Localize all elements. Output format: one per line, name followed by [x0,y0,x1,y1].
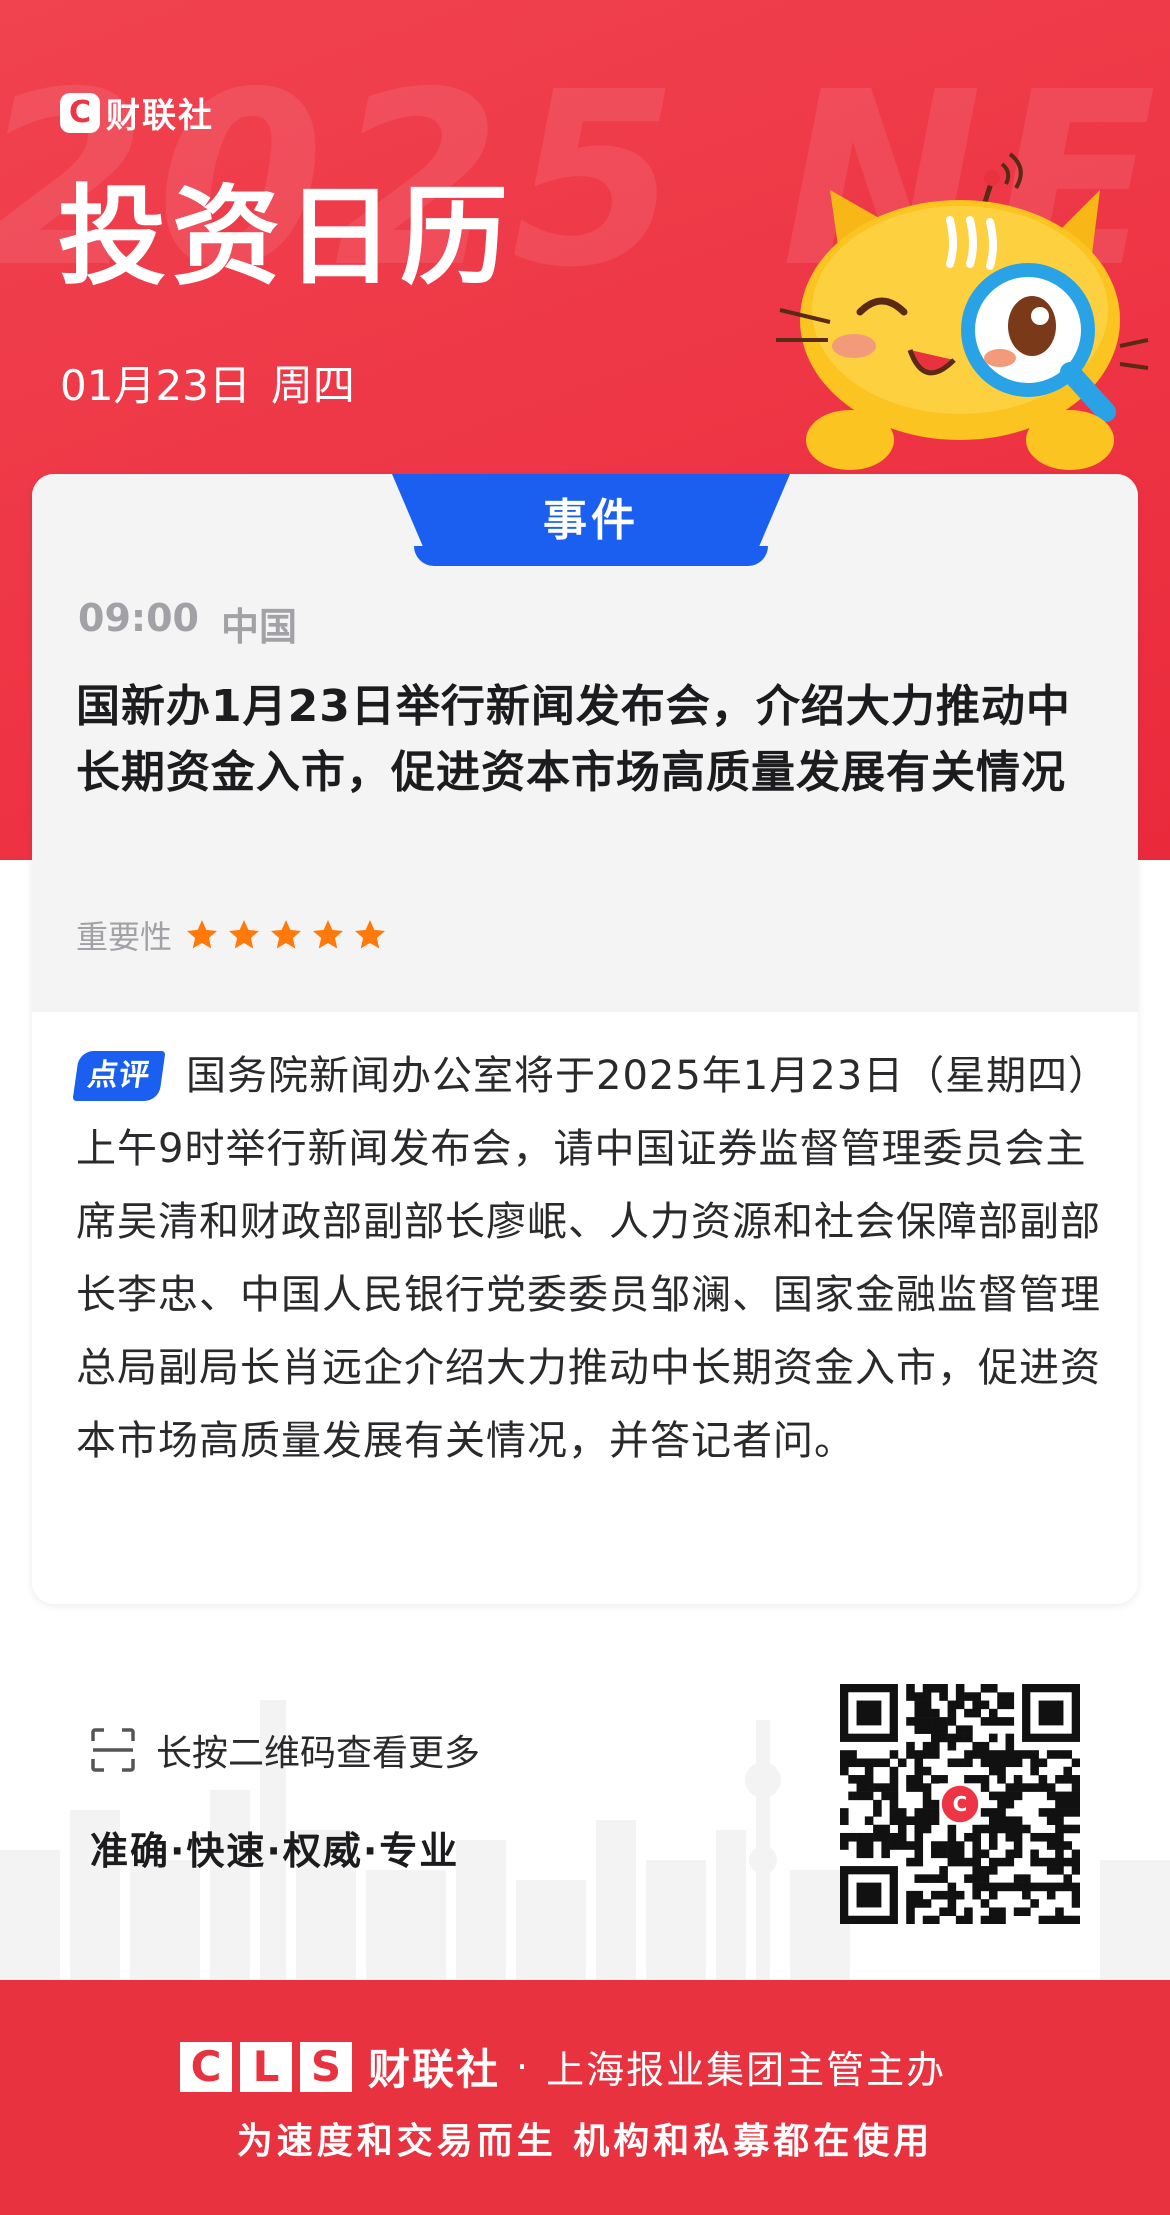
scan-hint: 长按二维码查看更多 [90,1724,480,1776]
commentary: 点评 国务院新闻办公室将于2025年1月23日（星期四）上午9时举行新闻发布会，请… [72,1040,1126,1478]
cat-mascot-icon [776,152,1149,470]
weekday-text: 周四 [270,361,355,410]
footer-tagline: 为速度和交易而生 机构和私募都在使用 [236,2120,934,2162]
cls-letter: S [300,2041,352,2092]
event-title: 国新办1月23日举行新闻发布会，介绍大力推动中长期资金入市，促进资本市场高质量发… [76,681,1071,798]
brand-name: 财联社 [106,96,214,136]
page: 2025 NEW C 财联社 投资日历 01月23日 周四 [0,0,1170,2215]
comment-text: 国务院新闻办公室将于2025年1月23日（星期四）上午9时举行新闻发布会，请中国… [76,1053,1110,1464]
event-card: 事件 09:00 中国 国新办1月23日举行新闻发布会，介绍大力推动中长期资金入… [32,474,1138,1604]
cls-logo: C L S [180,2041,352,2092]
date-text: 01月23日 [60,361,251,410]
tab-event: 事件 [392,474,790,558]
comment-tag: 点评 [72,1051,166,1101]
qr-logo-icon: C [953,1792,968,1816]
page-title: 投资日历 [58,174,515,300]
tab-event-label: 事件 [543,495,639,546]
cls-letter: C [180,2041,232,2092]
footer-brand: 财联社 [368,2045,501,2094]
star-icon [313,920,344,949]
date-line: 01月23日 周四 [60,352,355,413]
importance-rating: 重要性 [76,912,388,958]
star-rating [184,917,388,953]
footer-sponsor: 上海报业集团主管主办 [546,2048,947,2092]
scan-hint-text: 长按二维码查看更多 [156,1733,481,1774]
qr-code[interactable]: C [840,1684,1080,1924]
scan-frame-icon [91,1728,135,1772]
footer-band [0,1980,1170,2215]
event-meta: 09:00 中国 [78,596,297,651]
importance-label: 重要性 [76,918,173,956]
footer-brand-line: C L S 财联社 · 上海报业集团主管主办 [180,2036,946,2097]
star-icon [271,920,302,949]
cls-c-logo-icon: C [60,92,100,133]
star-icon [229,920,260,949]
event-region: 中国 [220,605,297,649]
star-icon [355,920,386,949]
slogan: 准确·快速·权威·专业 [90,1829,460,1873]
cls-letter: L [240,2041,292,2092]
star-icon [187,920,218,949]
event-time: 09:00 [78,596,199,640]
brand-logo: C 财联社 [60,88,214,137]
footer-separator: · [516,2044,531,2089]
